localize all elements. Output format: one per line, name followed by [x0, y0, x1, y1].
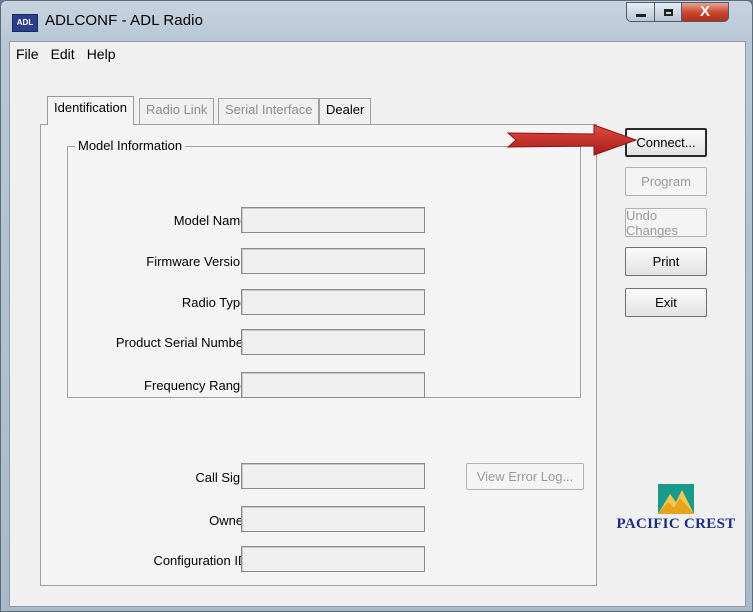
owner-label: Owner:	[209, 513, 251, 528]
model-name-field[interactable]	[241, 207, 425, 233]
product-serial-number-label: Product Serial Number:	[115, 335, 251, 350]
tab-radio-link[interactable]: Radio Link	[139, 98, 215, 124]
mountain-logo-icon	[658, 484, 694, 514]
menu-edit[interactable]: Edit	[45, 42, 81, 64]
window-title: ADLCONF - ADL Radio	[45, 12, 204, 29]
program-button[interactable]: Program	[625, 167, 707, 196]
firmware-version-label: Firmware Version:	[146, 254, 251, 269]
call-sign-field[interactable]	[241, 463, 425, 489]
firmware-version-field[interactable]	[241, 248, 425, 274]
title-bar[interactable]: ADL ADLCONF - ADL Radio X	[1, 1, 752, 41]
app-icon: ADL	[12, 14, 38, 32]
radio-type-field[interactable]	[241, 289, 425, 315]
product-serial-number-field[interactable]	[241, 329, 425, 355]
configuration-id-label: Configuration ID:	[153, 553, 251, 568]
maximize-icon	[663, 8, 673, 16]
menu-help[interactable]: Help	[81, 42, 122, 64]
close-button[interactable]: X	[681, 2, 729, 22]
tab-serial-interface[interactable]: Serial Interface	[218, 98, 320, 124]
tab-identification[interactable]: Identification	[47, 96, 134, 125]
exit-button[interactable]: Exit	[625, 288, 707, 317]
menu-file[interactable]: File	[10, 42, 45, 64]
configuration-id-field[interactable]	[241, 546, 425, 572]
minimize-button[interactable]	[626, 2, 655, 22]
close-icon: X	[699, 3, 710, 20]
view-error-log-button[interactable]: View Error Log...	[466, 463, 584, 490]
menu-bar: File Edit Help	[10, 42, 745, 64]
logo-text: PACIFIC CREST	[616, 516, 736, 532]
tab-dealer[interactable]: Dealer	[319, 98, 372, 124]
print-button[interactable]: Print	[625, 247, 707, 276]
model-name-label: Model Name:	[173, 213, 251, 228]
frequency-range-field[interactable]	[241, 372, 425, 398]
model-information-legend: Model Information	[75, 138, 186, 153]
maximize-button[interactable]	[654, 2, 682, 22]
minimize-icon	[635, 14, 646, 17]
owner-field[interactable]	[241, 506, 425, 532]
red-arrow-icon	[506, 124, 638, 156]
undo-changes-button[interactable]: Undo Changes	[625, 208, 707, 238]
tab-panel: Model Information Model Name: Firmware V…	[40, 124, 597, 586]
frequency-range-label: Frequency Range:	[144, 378, 251, 393]
call-sign-label: Call Sign:	[195, 470, 251, 485]
radio-type-label: Radio Type:	[181, 295, 251, 310]
pacific-crest-logo: PACIFIC CREST	[616, 484, 736, 544]
